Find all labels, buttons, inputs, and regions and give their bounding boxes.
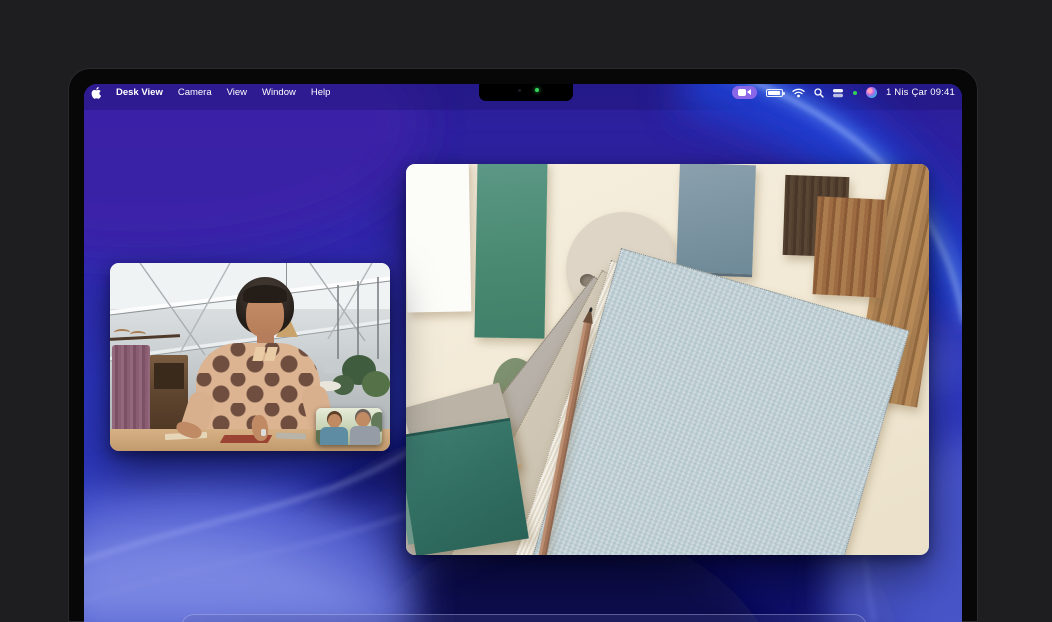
silver-ring	[261, 429, 266, 436]
facetime-call-window[interactable]	[110, 263, 390, 451]
menu-view[interactable]: View	[227, 87, 247, 98]
siri-icon[interactable]	[866, 87, 877, 98]
pip-man-body	[350, 426, 380, 445]
pip-woman-body	[320, 427, 348, 445]
desk-sample-gray	[276, 432, 306, 439]
facetime-pip-thumbnail[interactable]	[316, 408, 382, 445]
recording-status-dot	[853, 91, 857, 95]
dock[interactable]	[181, 614, 867, 622]
menu-bar-clock[interactable]: 1 Nis Çar 09:41	[886, 87, 955, 98]
battery-icon[interactable]	[766, 89, 783, 97]
apple-logo-icon[interactable]	[91, 87, 101, 99]
menu-window[interactable]: Window	[262, 87, 296, 98]
pip-woman-head	[328, 414, 341, 428]
menu-help[interactable]: Help	[311, 87, 331, 98]
macbook-screen: Desk View Camera View Window Help	[84, 84, 962, 622]
plant	[362, 371, 390, 397]
participant-hairline	[243, 285, 287, 303]
video-camera-icon	[738, 89, 751, 96]
pip-man-head	[356, 412, 370, 427]
facetime-camera-lens	[518, 89, 521, 92]
desk-view-window[interactable]	[406, 164, 929, 555]
menu-desk-view[interactable]: Desk View	[116, 87, 163, 98]
video-indicator-pill-icon[interactable]	[732, 86, 757, 99]
menu-camera[interactable]: Camera	[178, 87, 212, 98]
macbook-mockup: Desk View Camera View Window Help	[0, 0, 1052, 622]
wifi-icon[interactable]	[792, 88, 805, 98]
clothes-hanger-icon	[130, 331, 146, 338]
menu-extra-icon[interactable]	[833, 88, 844, 98]
blue-gray-tile-sample	[676, 164, 756, 277]
camera-indicator-light	[535, 88, 539, 92]
brown-wood-sample	[812, 196, 887, 298]
white-card-sample	[406, 164, 471, 313]
teal-square-dark	[406, 418, 529, 555]
teal-tile-sample	[474, 164, 547, 339]
camera-notch	[479, 84, 573, 101]
clothes-hanger-icon	[114, 329, 130, 336]
spotlight-search-icon[interactable]	[814, 88, 824, 98]
